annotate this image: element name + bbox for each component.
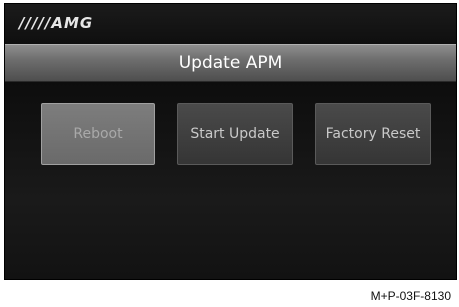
reboot-button[interactable]: Reboot <box>41 103 155 165</box>
start-update-button-label: Start Update <box>190 126 280 142</box>
display-screen: /////AMG Update APM Reboot Start Update … <box>4 3 457 280</box>
amg-logo: /////AMG <box>19 14 94 32</box>
title-bar: Update APM <box>5 44 456 82</box>
factory-reset-button[interactable]: Factory Reset <box>315 103 431 165</box>
page-title: Update APM <box>178 53 283 73</box>
factory-reset-button-label: Factory Reset <box>325 126 421 142</box>
reference-code: M+P-03F-8130 <box>370 289 451 303</box>
reboot-button-label: Reboot <box>73 126 123 142</box>
start-update-button[interactable]: Start Update <box>177 103 293 165</box>
top-bar: /////AMG <box>5 4 456 44</box>
